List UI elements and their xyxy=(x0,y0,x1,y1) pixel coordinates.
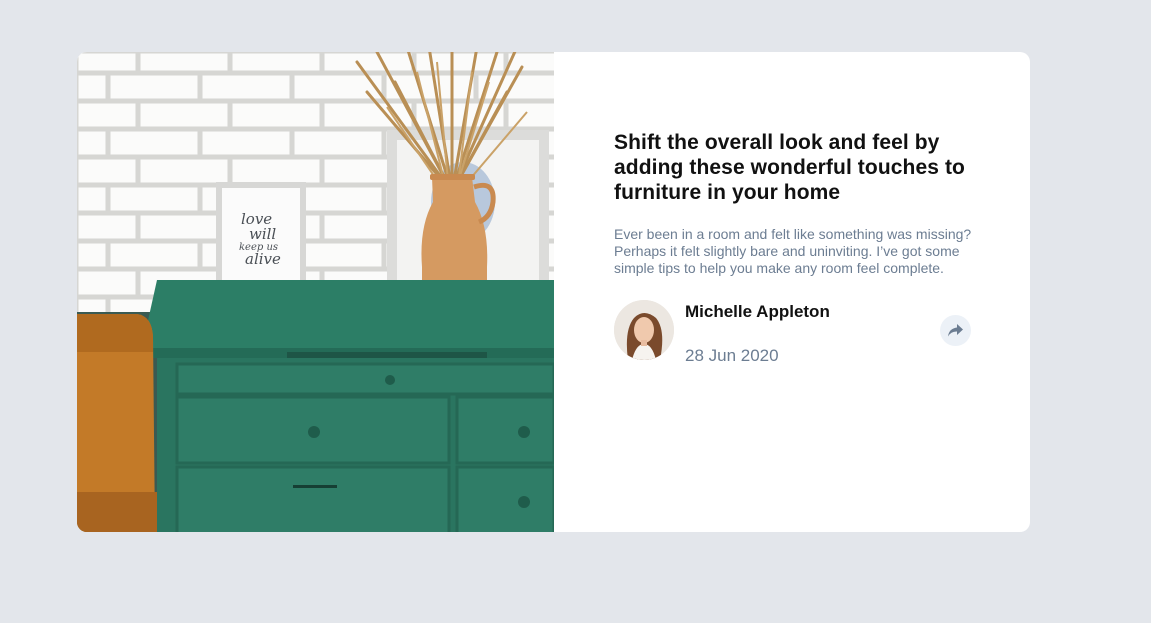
avatar xyxy=(614,300,674,360)
publish-date: 28 Jun 2020 xyxy=(685,346,779,365)
article-card: love will keep us alive Shift the overal… xyxy=(77,52,1030,532)
article-title: Shift the overall look and feel by addin… xyxy=(614,131,965,204)
share-icon xyxy=(948,324,963,337)
share-button[interactable] xyxy=(940,315,971,346)
author-avatar-image xyxy=(614,300,674,360)
author-name: Michelle Appleton xyxy=(685,302,830,321)
author-section: Michelle Appleton 28 Jun 2020 xyxy=(614,300,971,366)
article-image: love will keep us alive xyxy=(77,52,554,532)
frame-text-4: alive xyxy=(245,250,281,268)
dresser-photo: love will keep us alive xyxy=(77,52,554,532)
author-info: Michelle Appleton 28 Jun 2020 xyxy=(685,300,830,366)
frame-text-2: will xyxy=(249,225,276,243)
article-description: Ever been in a room and felt like someth… xyxy=(614,226,972,276)
article-content: Shift the overall look and feel by addin… xyxy=(554,52,1030,532)
